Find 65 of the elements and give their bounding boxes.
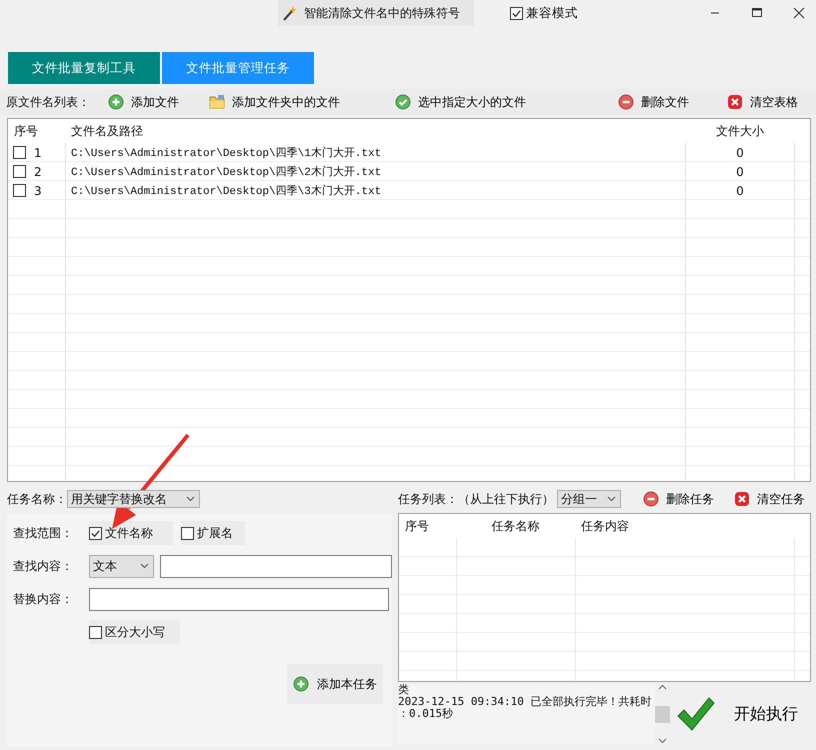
- folder-icon: [209, 94, 225, 110]
- task-toolbar-button[interactable]: 删除任务: [643, 490, 714, 508]
- plus-icon: [293, 676, 309, 692]
- chevron-down-icon: [607, 496, 616, 502]
- log-line: 2023-12-15 09:34:10 已全部执行完毕！共耗时: [398, 696, 652, 708]
- table-cell-text: 0: [735, 164, 745, 178]
- window-title: 智能清除文件名中的特殊符号: [304, 4, 460, 22]
- plus-icon: [108, 94, 124, 110]
- column-header: 序号: [13, 122, 39, 140]
- column-header: 文件大小: [715, 122, 765, 140]
- column-header: 任务名称: [490, 518, 540, 534]
- table-cell: 3: [34, 184, 42, 198]
- minus-icon: [643, 491, 659, 507]
- toolbar-button[interactable]: 清空表格: [727, 94, 798, 110]
- column-header: 文件名及路径: [70, 122, 144, 140]
- task-name-dropdown[interactable]: 用关键字替换改名: [67, 490, 200, 508]
- column-header: 任务内容: [580, 518, 630, 534]
- find-type-dropdown[interactable]: 文本: [89, 554, 154, 578]
- compat-mode-label: 兼容模式: [526, 5, 578, 22]
- find-label: 查找内容：: [13, 558, 74, 574]
- tab[interactable]: 文件批量复制工具: [8, 52, 160, 84]
- table-cell-text: 0: [735, 184, 745, 198]
- scope-label: 查找范围：: [13, 524, 74, 542]
- toolbar-button[interactable]: 删除文件: [618, 94, 689, 110]
- table-cell-text: C:\Users\Administrator\Desktop\四季\2木门大开.txt: [70, 164, 382, 179]
- checkbox[interactable]: [510, 7, 523, 20]
- file-list-label: 原文件名列表：: [6, 94, 90, 110]
- chevron-down-icon: [186, 496, 195, 502]
- replace-label: 替换内容：: [13, 590, 74, 608]
- replace-field[interactable]: [89, 588, 389, 610]
- task-list-label: 任务列表：（从上往下执行）: [398, 490, 554, 508]
- table-cell-text: C:\Users\Administrator\Desktop\四季\1木门大开.txt: [70, 146, 382, 160]
- check-icon: [395, 94, 411, 110]
- task-toolbar-button[interactable]: 清空任务: [734, 490, 805, 508]
- find-field[interactable]: [160, 554, 392, 578]
- group-dropdown[interactable]: 分组一: [557, 490, 621, 508]
- table-cell-text: C:\Users\Administrator\Desktop\四季\3木门大开.txt: [70, 184, 382, 198]
- log-line: 类: [398, 684, 410, 696]
- table-cell: 2: [34, 164, 42, 178]
- minus-icon: [618, 94, 634, 110]
- toolbar-button[interactable]: 添加文件: [108, 94, 179, 110]
- option-label: 扩展名: [197, 524, 233, 542]
- column-header: 序号: [404, 518, 430, 534]
- chevron-up-icon[interactable]: [658, 684, 667, 690]
- toolbar-button[interactable]: 添加文件夹中的文件: [209, 94, 340, 110]
- checkbox[interactable]: [89, 526, 102, 540]
- log-line: ：0.015秒: [398, 708, 454, 720]
- magic-wand-icon: [282, 5, 298, 21]
- option-label: 文件名称: [105, 524, 153, 542]
- chevron-down-icon: [140, 563, 149, 569]
- chevron-down-icon[interactable]: [658, 738, 667, 744]
- table-cell: 1: [34, 146, 42, 160]
- checkbox[interactable]: [13, 184, 26, 197]
- checkbox[interactable]: [181, 526, 194, 540]
- checkmark-icon: [676, 696, 716, 732]
- task-name-label: 任务名称：: [7, 490, 67, 508]
- close-icon: [727, 94, 743, 110]
- checkbox[interactable]: [89, 626, 102, 638]
- toolbar-button[interactable]: 选中指定大小的文件: [395, 94, 526, 110]
- checkbox[interactable]: [13, 146, 26, 159]
- checkbox[interactable]: [13, 165, 26, 178]
- table-cell-text: 0: [735, 146, 745, 160]
- option-label: 区分大小写: [105, 624, 165, 640]
- add-task-button[interactable]: 添加本任务: [287, 664, 383, 704]
- close-icon: [734, 491, 750, 507]
